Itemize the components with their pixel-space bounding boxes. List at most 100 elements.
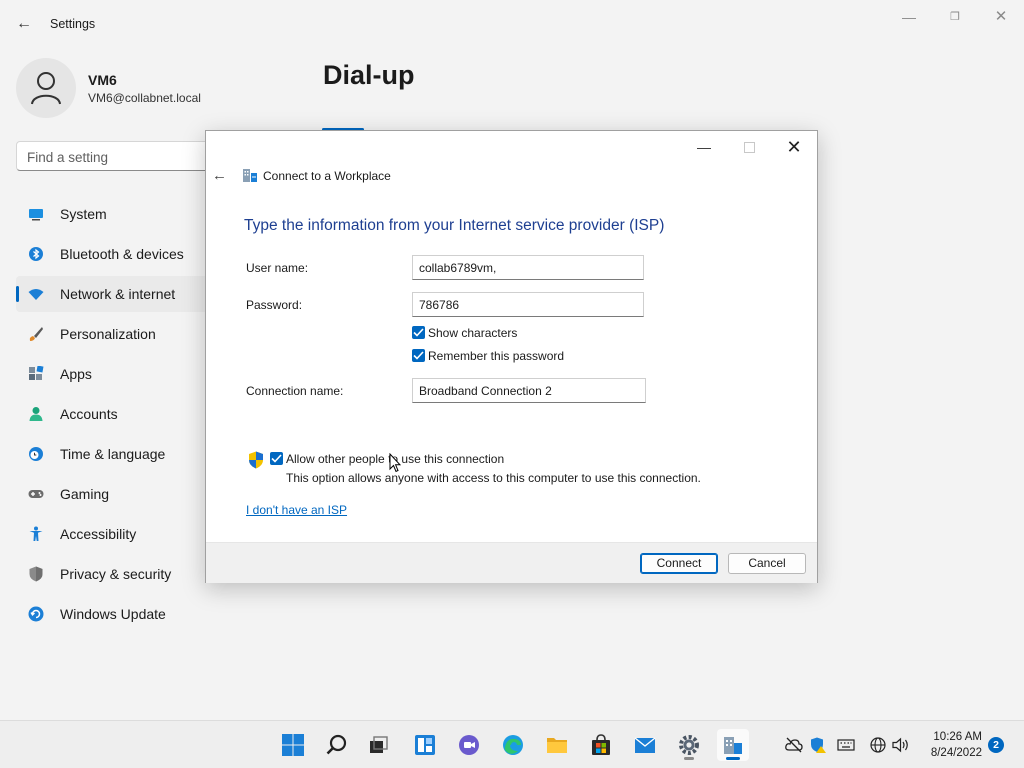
dialog-back-arrow-icon[interactable]: ← [212,167,227,184]
page-title: Dial-up [323,60,415,90]
security-warning-icon[interactable] [809,737,827,753]
chat-icon [459,735,479,755]
back-arrow-icon[interactable]: ← [14,14,34,34]
keyboard-icon[interactable] [837,737,855,753]
taskbar: 10:26 AM 8/24/2022 2 [0,720,1024,768]
sidebar-item-accessibility[interactable]: Accessibility [16,516,212,552]
settings-icon [679,735,699,755]
bluetooth-icon [29,247,43,261]
no-isp-link[interactable]: I don't have an ISP [246,503,347,517]
restore-button[interactable]: ❐ [932,6,978,28]
apps-icon [29,366,44,380]
taskbar-settings[interactable] [673,729,705,761]
remember-password-label: Remember this password [428,349,565,363]
wifi-icon [28,289,44,300]
sidebar-item-label: Accessibility [60,526,137,542]
sidebar-item-label: Apps [60,366,92,382]
sidebar-item-label: Personalization [60,326,156,342]
taskbar-file-explorer[interactable] [541,729,573,761]
taskbar-mail[interactable] [629,729,661,761]
gamepad-icon [28,490,44,498]
notification-badge[interactable]: 2 [988,737,1004,753]
store-icon [592,734,610,755]
taskbar-widgets[interactable] [409,729,441,761]
sidebar-item-label: Windows Update [60,606,166,622]
sidebar-item-label: System [60,206,107,222]
taskbar-search[interactable] [321,729,353,761]
search-input[interactable]: Find a setting [16,141,212,171]
sidebar-item-label: Gaming [60,486,110,502]
username-label: User name: [246,261,309,275]
mail-icon [634,737,656,753]
running-indicator [684,757,694,760]
sidebar-item-windows-update[interactable]: Windows Update [16,596,212,632]
search-placeholder: Find a setting [27,150,109,165]
onedrive-offline-icon[interactable] [785,737,803,753]
active-indicator [16,286,19,302]
sidebar-item-network[interactable]: Network & internet [16,276,212,312]
person-icon [29,407,43,421]
dialog-close-button[interactable]: ✕ [774,137,814,157]
workplace-connection-icon [724,737,742,754]
cancel-button[interactable]: Cancel [728,553,806,574]
sidebar-item-time-language[interactable]: Time & language [16,436,212,472]
sidebar-item-privacy[interactable]: Privacy & security [16,556,212,592]
profile-email: VM6@collabnet.local [88,91,201,105]
workplace-connection-icon [243,169,257,182]
clock-globe-icon [29,447,43,461]
globe-network-icon[interactable] [869,737,887,753]
monitor-icon [29,209,43,221]
update-icon [28,606,44,622]
show-characters-checkbox[interactable] [412,326,425,339]
username-input[interactable] [412,255,644,280]
dialog-footer: Connect Cancel [206,542,817,583]
mouse-cursor-icon [389,453,401,473]
person-icon [31,72,61,105]
minimize-button[interactable]: — [886,6,932,28]
title-bar: ← Settings — ❐ ✕ [0,0,1024,48]
password-input[interactable] [412,292,644,317]
taskbar-start[interactable] [277,729,309,761]
sidebar-item-bluetooth[interactable]: Bluetooth & devices [16,236,212,272]
connection-name-label: Connection name: [246,384,344,398]
connect-button[interactable]: Connect [640,553,718,574]
taskbar-edge[interactable] [497,729,529,761]
sidebar-item-accounts[interactable]: Accounts [16,396,212,432]
taskbar-chat[interactable] [453,729,485,761]
edge-icon [503,735,523,755]
brush-icon [29,327,43,341]
connection-name-input[interactable] [412,378,646,403]
dialog-title: Connect to a Workplace [263,169,391,183]
dialog-minimize-button[interactable]: — [684,137,724,157]
window-title: Settings [50,17,96,31]
close-button[interactable]: ✕ [978,6,1024,28]
volume-icon[interactable] [892,737,910,753]
file-explorer-icon [547,738,567,753]
shield-icon [29,566,43,582]
sidebar-item-label: Bluetooth & devices [60,246,184,262]
sidebar-item-label: Time & language [60,446,166,462]
task-view-icon [370,736,388,753]
password-label: Password: [246,298,303,312]
taskbar-workplace-connection[interactable] [717,729,749,761]
allow-others-checkbox[interactable] [270,452,283,465]
sidebar-item-label: Network & internet [60,286,176,302]
remember-password-checkbox[interactable] [412,349,425,362]
accessibility-icon [29,526,43,541]
sidebar-item-personalization[interactable]: Personalization [16,316,212,352]
avatar[interactable] [16,58,76,118]
dialog-heading: Type the information from your Internet … [244,217,665,234]
sidebar-item-apps[interactable]: Apps [16,356,212,392]
clock-time[interactable]: 10:26 AM [926,731,982,743]
sidebar-item-system[interactable]: System [16,196,212,232]
start-icon [282,734,304,756]
search-icon [326,734,347,755]
sidebar-item-gaming[interactable]: Gaming [16,476,212,512]
connect-workplace-dialog: — ✕ ← Connect to a Workplace Type the in… [205,130,818,583]
taskbar-store[interactable] [585,729,617,761]
dialog-maximize-button [729,137,769,157]
active-app-indicator [726,757,740,760]
taskbar-task-view[interactable] [363,729,395,761]
clock-date[interactable]: 8/24/2022 [922,747,982,759]
uac-shield-icon [249,451,263,469]
